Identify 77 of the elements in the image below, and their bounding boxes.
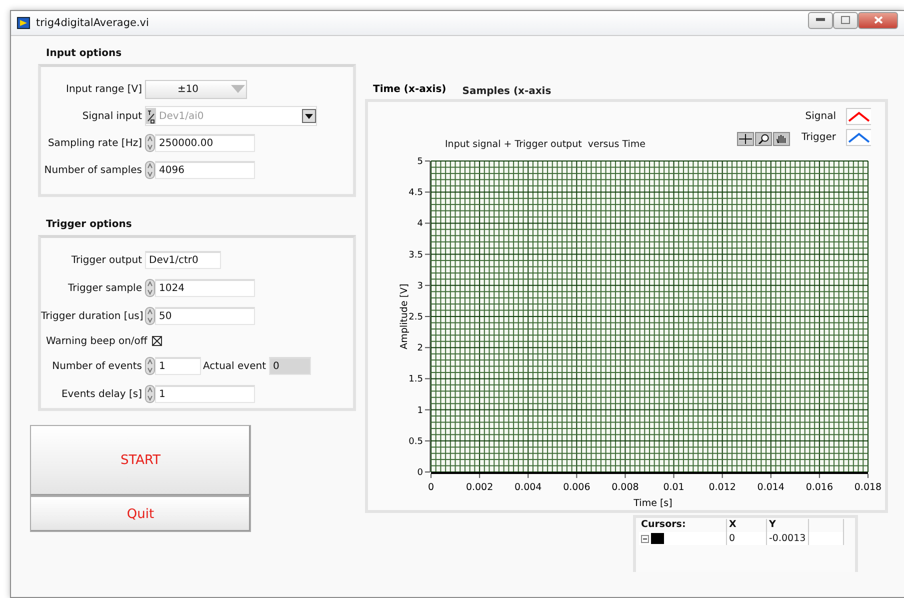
legend-label: Trigger [802,132,836,143]
field-label: Input range [V] [65,84,143,94]
tick-label: 0.006 [563,482,590,493]
number-field[interactable]: 1 [155,357,201,375]
tick-label: 1.5 [408,374,423,385]
close-button[interactable] [858,12,898,28]
table-cell: 0 [727,532,767,545]
minimize-button[interactable] [808,12,833,28]
close-icon [874,16,882,24]
axis-title: Time [s] [634,498,672,508]
indicator-field: 0 [269,357,311,375]
field-label: Number of events [51,360,143,372]
line-style-icon[interactable] [846,108,871,125]
tick-label: 0.012 [708,482,736,493]
tick-label: 5 [417,157,423,167]
quit-button[interactable]: Quit [30,496,251,532]
io-icon [146,108,156,124]
tick-label: 0.018 [854,482,881,493]
window-title: trig4digitalAverage.vi [36,17,150,29]
spinner-icon[interactable] [145,161,155,179]
maximize-icon [841,16,850,24]
text-field[interactable]: Dev1/ctr0 [145,251,221,269]
axis-title: Amplitude [V] [399,284,410,350]
group-title: Trigger options [46,219,133,232]
line-style-icon[interactable] [846,129,871,146]
number-field[interactable]: 4096 [155,161,255,179]
tick-label: 0.5 [408,436,423,447]
tick-label: 0.002 [466,482,494,493]
range-dropdown[interactable]: ±10 [145,80,247,98]
start-button[interactable]: START [30,425,251,496]
field-label: Events delay [s] [60,388,143,400]
field-label: Trigger output [70,254,143,266]
number-field[interactable]: 1 [155,385,255,403]
checkbox-label: Warning beep on/off [45,336,148,346]
field-label: Actual event [202,360,267,372]
cursor-swatch[interactable] [651,533,664,544]
spinner-icon[interactable] [145,279,155,297]
spinner-icon[interactable] [145,385,155,403]
number-field[interactable]: 250000.00 [155,134,255,152]
checkbox[interactable] [152,336,162,346]
app-icon [17,17,30,29]
group-title: Input options [46,48,123,61]
number-field[interactable]: 50 [155,307,255,325]
field-label: Trigger duration [us] [41,310,144,322]
field-label: Sampling rate [Hz] [46,138,143,148]
tick-label: 0.016 [806,482,834,493]
tick-label: 0.004 [514,482,542,493]
tick-label: 2.5 [408,312,423,322]
graph-tab[interactable]: Samples (x-axis [462,86,552,99]
tick-label: 0.014 [757,482,784,493]
tick-label: 0 [417,468,423,478]
chart-title: Input signal + Trigger output versus Time [445,138,646,150]
number-field[interactable]: 1024 [155,279,255,297]
spinner-icon[interactable] [145,357,155,375]
spinner-icon[interactable] [145,134,155,152]
tick-label: 4.5 [408,188,423,198]
dropdown-arrow-icon [230,84,246,94]
tick-label: 3.5 [408,250,423,260]
tick-label: 2 [417,344,423,354]
collapse-icon[interactable] [641,534,649,542]
field-label: Number of samples [43,164,143,176]
tick-label: 3 [417,281,423,292]
tick-label: 0 [428,482,434,493]
minimize-icon [816,18,825,22]
table-cell: -0.0013 [767,532,809,545]
maximize-button[interactable] [833,12,858,28]
field-label: Signal input [81,110,143,122]
field-label: Trigger sample [66,282,143,294]
cursor-tool[interactable] [737,132,754,146]
tick-label: 4 [417,219,423,230]
tick-label: 1 [417,406,423,416]
tick-label: 0.008 [612,482,639,493]
tick-label: 0.01 [663,482,684,493]
legend-label: Signal [805,111,836,122]
zoom-icon[interactable] [755,132,772,146]
graph-tab[interactable]: Time (x-axis) [373,84,446,99]
spinner-icon[interactable] [145,307,155,325]
